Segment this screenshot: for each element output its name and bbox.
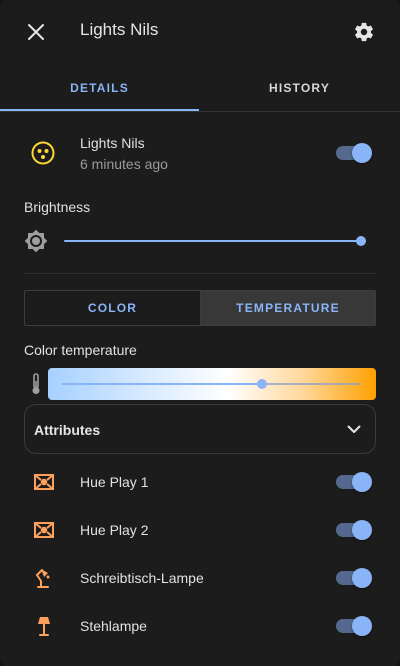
tab-history[interactable]: HISTORY <box>200 64 399 111</box>
toggle-knob <box>352 520 372 540</box>
color-mode-toggle-group: COLOR TEMPERATURE <box>24 290 376 326</box>
toggle-knob <box>352 143 372 163</box>
thermometer-icon <box>32 373 40 394</box>
hue-play-icon <box>34 474 54 490</box>
member-row-schreibtisch-lampe[interactable]: Schreibtisch-Lampe <box>0 554 400 602</box>
color-mode-button[interactable]: COLOR <box>25 291 200 325</box>
floor-lamp-icon <box>38 617 50 636</box>
toggle-knob <box>352 472 372 492</box>
color-temperature-rail-filled <box>62 383 262 385</box>
member-label: Schreibtisch-Lampe <box>80 570 204 586</box>
dialog-header: Lights Nils <box>0 0 400 64</box>
entity-toggle[interactable] <box>336 143 372 163</box>
color-temperature-thumb[interactable] <box>256 379 267 389</box>
brightness-icon <box>24 229 48 253</box>
chevron-down-icon <box>347 425 361 433</box>
toggle-knob <box>352 616 372 636</box>
member-row-stehlampe[interactable]: Stehlampe <box>0 602 400 650</box>
attributes-expander[interactable]: Attributes <box>24 404 376 454</box>
member-toggle[interactable] <box>336 472 372 492</box>
brightness-label: Brightness <box>24 199 91 215</box>
color-temperature-slider[interactable] <box>48 368 376 400</box>
close-icon <box>28 24 44 40</box>
dialog-title: Lights Nils <box>80 20 159 39</box>
brightness-slider-rail <box>64 240 366 242</box>
more-info-dialog: Lights Nils DETAILS HISTORY Lights Nils … <box>0 0 400 666</box>
close-button[interactable] <box>20 16 52 48</box>
tab-details[interactable]: DETAILS <box>0 64 199 111</box>
hue-play-icon <box>34 522 54 538</box>
color-temperature-label: Color temperature <box>24 342 137 358</box>
member-row-hue-play-1[interactable]: Hue Play 1 <box>0 458 400 506</box>
member-label: Stehlampe <box>80 618 147 634</box>
divider <box>24 273 376 274</box>
member-toggle[interactable] <box>336 520 372 540</box>
temperature-mode-button[interactable]: TEMPERATURE <box>200 291 375 325</box>
toggle-knob <box>352 568 372 588</box>
member-label: Hue Play 2 <box>80 522 149 538</box>
settings-button[interactable] <box>348 16 380 48</box>
entity-name: Lights Nils <box>80 135 145 151</box>
gear-icon <box>355 22 373 42</box>
tab-bar: DETAILS HISTORY <box>0 64 400 112</box>
member-toggle[interactable] <box>336 616 372 636</box>
desk-lamp-icon <box>36 569 50 588</box>
active-tab-indicator <box>0 109 199 111</box>
attributes-label: Attributes <box>34 422 101 438</box>
lightbulb-group-icon <box>31 141 55 165</box>
member-toggle[interactable] <box>336 568 372 588</box>
member-label: Hue Play 1 <box>80 474 149 490</box>
last-changed: 6 minutes ago <box>80 156 168 172</box>
brightness-slider[interactable] <box>64 234 366 248</box>
member-row-hue-play-2[interactable]: Hue Play 2 <box>0 506 400 554</box>
brightness-slider-thumb[interactable] <box>356 236 366 246</box>
